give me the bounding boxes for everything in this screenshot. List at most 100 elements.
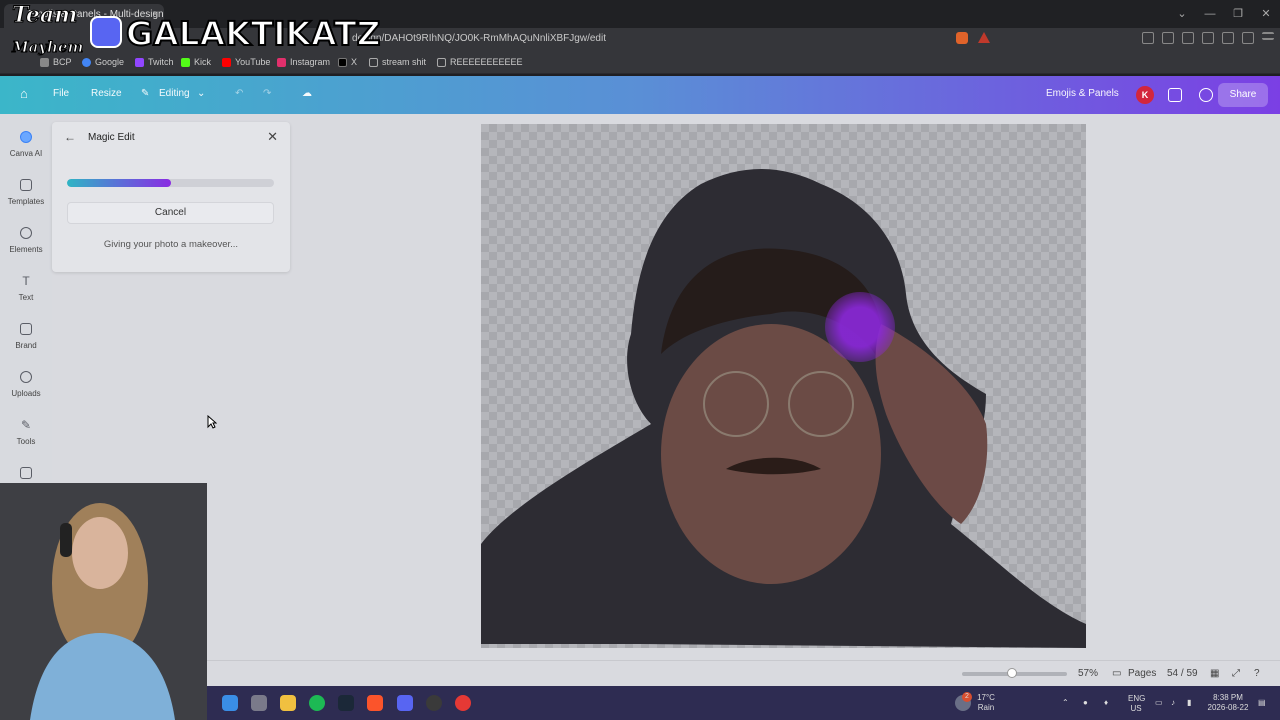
grid-view-icon[interactable]: ▦ xyxy=(1210,668,1219,679)
rail-label: Canva AI xyxy=(9,149,43,158)
clock-date[interactable]: 2026-08-22 xyxy=(1205,703,1251,713)
notification-icon[interactable]: ▤ xyxy=(1258,698,1266,708)
cloud-sync-icon[interactable]: ☁ xyxy=(302,88,312,99)
language-top[interactable]: ENG xyxy=(1128,694,1145,704)
rail-item-tools[interactable]: ✎ Tools xyxy=(0,419,52,446)
file-menu[interactable]: File xyxy=(53,88,69,99)
kick-icon xyxy=(181,57,190,67)
bookmark-kick[interactable]: Kick xyxy=(181,57,211,67)
start-icon[interactable] xyxy=(222,695,238,711)
design-title[interactable]: Emojis & Panels xyxy=(1046,88,1119,99)
tray-overflow-icon[interactable]: ⌃ xyxy=(1062,698,1069,708)
streamer-face xyxy=(72,517,128,589)
network-icon[interactable]: ● xyxy=(1083,698,1088,708)
avatar[interactable]: K xyxy=(1136,86,1154,104)
bookmark-youtube[interactable]: YouTube xyxy=(222,57,270,67)
record-icon[interactable] xyxy=(455,695,471,711)
bookmark-x[interactable]: X xyxy=(338,57,357,67)
rail-label: Uploads xyxy=(11,389,41,398)
uploads-icon xyxy=(20,371,32,383)
resize-button[interactable]: Resize xyxy=(91,88,122,99)
battery-icon[interactable]: ▮ xyxy=(1187,698,1191,708)
share-button[interactable]: Share xyxy=(1218,83,1268,107)
pages-button[interactable]: Pages xyxy=(1128,668,1156,679)
folder-icon xyxy=(437,57,446,67)
undo-icon[interactable]: ↶ xyxy=(235,88,243,99)
bookmark-stream-shit[interactable]: stream shit xyxy=(369,57,426,67)
tools-icon: ✎ xyxy=(20,418,32,432)
brave-browser-icon[interactable] xyxy=(367,695,383,711)
rail-item-brand[interactable]: Brand xyxy=(0,323,52,350)
cancel-button[interactable]: Cancel xyxy=(67,202,274,224)
task-view-icon[interactable] xyxy=(251,695,267,711)
menu-icon[interactable] xyxy=(1262,32,1274,40)
text-icon: T xyxy=(22,274,30,288)
weather-temp: 17°C xyxy=(977,693,995,702)
team-logo-line1: Team xyxy=(11,2,78,29)
brave-rewards-icon[interactable] xyxy=(978,32,990,43)
help-icon[interactable]: ? xyxy=(1254,668,1260,679)
team-logo-line2: Mayhem xyxy=(11,38,84,57)
rail-label: Elements xyxy=(9,245,43,254)
zoom-slider-handle[interactable] xyxy=(1007,668,1017,678)
bookmark-reee[interactable]: REEEEEEEEEEE xyxy=(437,57,523,67)
redo-icon[interactable]: ↷ xyxy=(263,88,271,99)
team-mayhem-logo: Team Mayhem xyxy=(8,2,83,64)
design-canvas[interactable] xyxy=(481,124,1086,648)
fullscreen-icon[interactable]: ⤢ xyxy=(1232,668,1240,679)
file-explorer-icon[interactable] xyxy=(280,695,296,711)
brave-shield-icon[interactable] xyxy=(956,32,968,44)
window-controls: ⌄ — ❐ ✕ xyxy=(1168,0,1280,28)
insights-icon[interactable] xyxy=(1168,88,1182,102)
google-icon xyxy=(82,57,91,67)
sidebar-icon[interactable] xyxy=(1182,32,1194,44)
display-icon[interactable]: ▭ xyxy=(1155,698,1163,708)
rail-item-projects[interactable] xyxy=(0,467,52,479)
comments-icon[interactable] xyxy=(1199,88,1213,102)
bookmark-label: X xyxy=(351,57,358,67)
back-arrow-icon[interactable]: ← xyxy=(64,130,76,144)
panel-title: Magic Edit xyxy=(88,132,135,143)
clock-time[interactable]: 8:38 PM xyxy=(1205,693,1251,703)
language-bottom[interactable]: US xyxy=(1128,704,1144,714)
folder-icon xyxy=(369,57,378,67)
zoom-level[interactable]: 57% xyxy=(1078,668,1098,679)
bookmark-label: Kick xyxy=(194,57,212,67)
editing-mode-dropdown[interactable]: Editing xyxy=(159,88,190,99)
close-icon[interactable]: ✕ xyxy=(267,129,278,145)
spotify-icon[interactable] xyxy=(309,695,325,711)
bookmark-twitch[interactable]: Twitch xyxy=(135,57,174,67)
x-icon xyxy=(338,57,347,67)
bookmark-google[interactable]: Google xyxy=(82,57,124,67)
rail-item-text[interactable]: T Text xyxy=(0,275,52,302)
volume-icon[interactable]: ♪ xyxy=(1171,698,1175,708)
bookmark-instagram[interactable]: Instagram xyxy=(277,57,330,67)
bookmark-label: REEEEEEEEEEE xyxy=(450,57,523,67)
ai-icon[interactable] xyxy=(1222,32,1234,44)
rail-item-canva-ai[interactable]: Canva AI xyxy=(0,131,52,158)
rail-item-elements[interactable]: Elements xyxy=(0,227,52,254)
extension-icon[interactable] xyxy=(1142,32,1154,44)
puzzle-icon[interactable] xyxy=(1162,32,1174,44)
vpn-icon[interactable] xyxy=(1242,32,1254,44)
rail-label: Templates xyxy=(7,197,45,206)
tab-search-icon[interactable]: ⌄ xyxy=(1168,0,1196,28)
obs-icon[interactable] xyxy=(426,695,442,711)
rail-label: Tools xyxy=(16,437,36,446)
discord-icon[interactable] xyxy=(397,695,413,711)
rail-item-templates[interactable]: Templates xyxy=(0,179,52,206)
channel-name-overlay: GALAKTIKATZ xyxy=(125,13,382,54)
url-text[interactable]: design/DAHOt9RIhNQ/JO0K-RmMhAQuNnliXBFJg… xyxy=(352,33,606,44)
steam-icon[interactable] xyxy=(338,695,354,711)
home-icon[interactable]: ⌂ xyxy=(20,86,28,101)
minimize-icon[interactable]: — xyxy=(1196,0,1224,28)
mic-icon[interactable]: ♦ xyxy=(1104,698,1108,708)
close-window-icon[interactable]: ✕ xyxy=(1252,0,1280,28)
magic-edit-brush-indicator xyxy=(825,292,895,362)
wallet-icon[interactable] xyxy=(1202,32,1214,44)
rail-item-uploads[interactable]: Uploads xyxy=(0,371,52,398)
maximize-icon[interactable]: ❐ xyxy=(1224,0,1252,28)
brand-icon xyxy=(20,323,32,335)
chevron-down-icon[interactable]: ⌄ xyxy=(197,88,205,99)
bookmark-label: stream shit xyxy=(382,57,427,67)
